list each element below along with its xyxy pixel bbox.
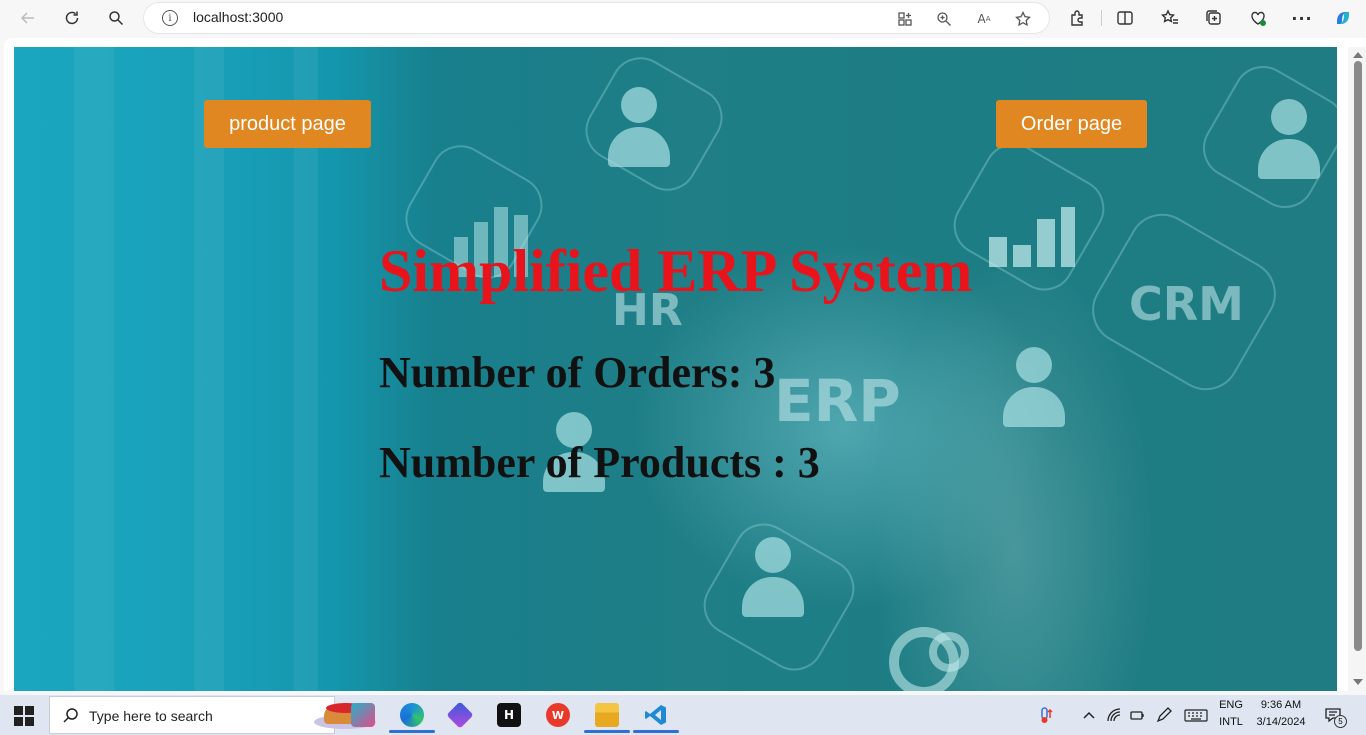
- person-icon: [604, 87, 674, 167]
- browser-viewport: HR ERP CRM product page Order page Simpl…: [4, 38, 1366, 691]
- copilot-app-icon[interactable]: [437, 697, 483, 733]
- site-info-icon[interactable]: i: [162, 10, 178, 26]
- person-icon: [1254, 99, 1324, 179]
- collections-icon[interactable]: [1202, 6, 1226, 30]
- crm-background-label: CRM: [1129, 277, 1244, 331]
- scroll-down-arrow[interactable]: [1353, 679, 1363, 685]
- app-available-icon[interactable]: [896, 10, 914, 28]
- meet-now-icon[interactable]: [340, 697, 386, 733]
- scroll-up-arrow[interactable]: [1353, 52, 1363, 58]
- extensions-icon[interactable]: [1065, 6, 1089, 30]
- wifi-icon[interactable]: [1104, 705, 1124, 725]
- url-text[interactable]: localhost:3000: [193, 9, 283, 25]
- page-title: Simplified ERP System: [379, 238, 973, 304]
- refresh-icon[interactable]: [58, 4, 86, 32]
- order-page-button[interactable]: Order page: [996, 100, 1147, 148]
- file-explorer-icon[interactable]: [584, 697, 630, 733]
- address-bar[interactable]: i localhost:3000 AA: [144, 3, 1049, 33]
- more-options-icon[interactable]: ···: [1290, 6, 1314, 30]
- back-icon[interactable]: [14, 4, 42, 32]
- browser-essentials-icon[interactable]: [1246, 6, 1270, 30]
- favorite-star-icon[interactable]: [1014, 10, 1032, 28]
- windows-start-icon[interactable]: [14, 706, 34, 726]
- browser-toolbar: i localhost:3000 AA ···: [0, 0, 1366, 36]
- gear-icon: [929, 632, 969, 672]
- notification-badge: 5: [1334, 715, 1347, 728]
- background-stripe: [74, 47, 114, 691]
- search-icon: [63, 708, 78, 723]
- battery-icon[interactable]: [1127, 705, 1147, 725]
- split-screen-icon[interactable]: [1113, 6, 1137, 30]
- person-icon: [999, 347, 1069, 427]
- zoom-icon[interactable]: [935, 10, 953, 28]
- vscode-icon[interactable]: [633, 697, 679, 733]
- pen-icon[interactable]: [1154, 705, 1174, 725]
- wps-office-icon[interactable]: W: [535, 697, 581, 733]
- erp-home-page: HR ERP CRM product page Order page Simpl…: [14, 47, 1337, 691]
- toolbar-divider: [1101, 10, 1102, 26]
- clock-time[interactable]: 9:36 AM: [1252, 699, 1310, 711]
- product-page-button[interactable]: product page: [204, 100, 371, 148]
- search-icon[interactable]: [102, 4, 130, 32]
- clock-date[interactable]: 3/14/2024: [1252, 716, 1310, 728]
- edge-browser-icon[interactable]: [389, 697, 435, 733]
- erp-background-label: ERP: [774, 367, 901, 435]
- hackerrank-icon[interactable]: H: [486, 697, 532, 733]
- orders-count: Number of Orders: 3: [379, 348, 776, 397]
- person-icon: [738, 537, 808, 617]
- vertical-scrollbar[interactable]: [1348, 47, 1366, 691]
- windows-taskbar: Type here to search H W ENG INTL 9:36 AM…: [0, 695, 1366, 735]
- keyboard-icon[interactable]: [1183, 705, 1209, 725]
- favorites-icon[interactable]: [1158, 6, 1182, 30]
- copilot-icon[interactable]: [1331, 6, 1355, 30]
- read-aloud-icon[interactable]: AA: [975, 10, 993, 28]
- products-count: Number of Products : 3: [379, 438, 820, 487]
- temperature-icon[interactable]: [1035, 705, 1055, 725]
- keyboard-layout-label[interactable]: INTL: [1216, 716, 1246, 728]
- chevron-up-icon[interactable]: [1079, 705, 1099, 725]
- scrollbar-thumb[interactable]: [1354, 61, 1362, 651]
- search-placeholder: Type here to search: [89, 708, 213, 724]
- bar-chart-icon: [989, 197, 1079, 267]
- taskbar-search-box[interactable]: Type here to search: [49, 696, 376, 734]
- language-label[interactable]: ENG: [1216, 699, 1246, 711]
